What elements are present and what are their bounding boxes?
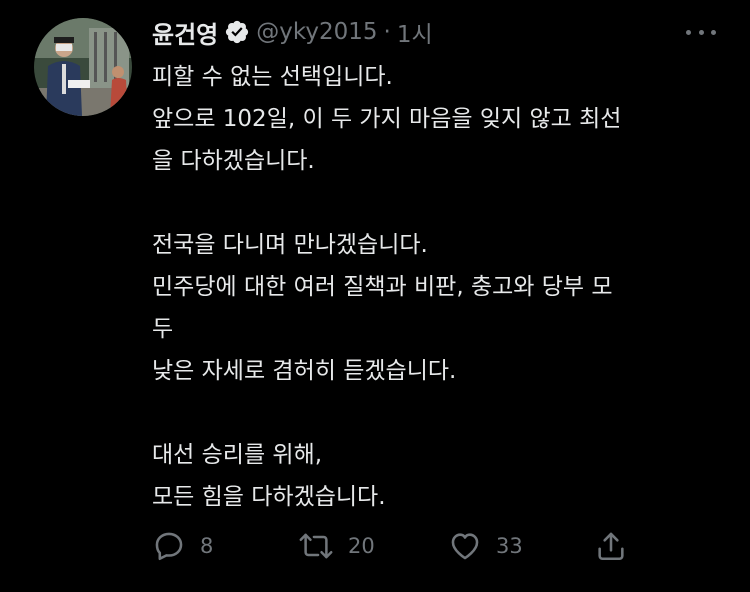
- tweet[interactable]: 윤건영 @yky2015 · 1시 피할 수 없는 선택입니다. 앞으로 102…: [0, 0, 750, 592]
- tweet-text: 피할 수 없는 선택입니다. 앞으로 102일, 이 두 가지 마음을 잊지 않…: [152, 56, 722, 518]
- more-options-icon[interactable]: [686, 20, 716, 44]
- verified-badge-icon: [224, 19, 250, 45]
- retweet-count: 20: [348, 534, 375, 558]
- tweet-text-line: 모든 힘을 다하겠습니다.: [152, 484, 386, 510]
- tweet-text-line: 전국을 다니며 만나겠습니다.: [152, 232, 428, 258]
- tweet-text-line: 민주당에 대한 여러 질책과 비판, 충고와 당부 모: [152, 274, 613, 300]
- tweet-text-line: 낮은 자세로 겸허히 듣겠습니다.: [152, 358, 457, 384]
- tweet-text-line: 두: [152, 316, 174, 342]
- avatar[interactable]: [34, 18, 132, 116]
- separator-dot: ·: [383, 19, 391, 45]
- reply-count: 8: [200, 534, 214, 558]
- tweet-text-line: 앞으로 102일, 이 두 가지 마음을 잊지 않고 최선: [152, 106, 622, 132]
- tweet-actions: 8 20 33: [152, 522, 652, 570]
- tweet-text-blank-line: [152, 392, 722, 434]
- retweet-button[interactable]: 20: [298, 522, 375, 570]
- display-name[interactable]: 윤건영: [152, 15, 218, 50]
- avatar-photo: [34, 18, 132, 116]
- tweet-header: 윤건영 @yky2015 · 1시: [152, 14, 433, 50]
- tweet-text-line: 피할 수 없는 선택입니다.: [152, 64, 393, 90]
- reply-icon: [155, 532, 183, 561]
- like-count: 33: [496, 534, 523, 558]
- tweet-text-line: 대선 승리를 위해,: [152, 442, 323, 468]
- reply-button[interactable]: 8: [152, 522, 213, 570]
- like-button[interactable]: 33: [448, 522, 523, 570]
- tweet-timestamp[interactable]: 1시: [397, 15, 433, 49]
- share-button[interactable]: [594, 522, 628, 570]
- retweet-icon: [299, 533, 333, 559]
- user-handle[interactable]: @yky2015: [256, 19, 377, 45]
- heart-icon: [451, 533, 479, 560]
- share-icon: [598, 532, 624, 561]
- tweet-text-blank-line: [152, 182, 722, 224]
- tweet-text-line: 을 다하겠습니다.: [152, 148, 315, 174]
